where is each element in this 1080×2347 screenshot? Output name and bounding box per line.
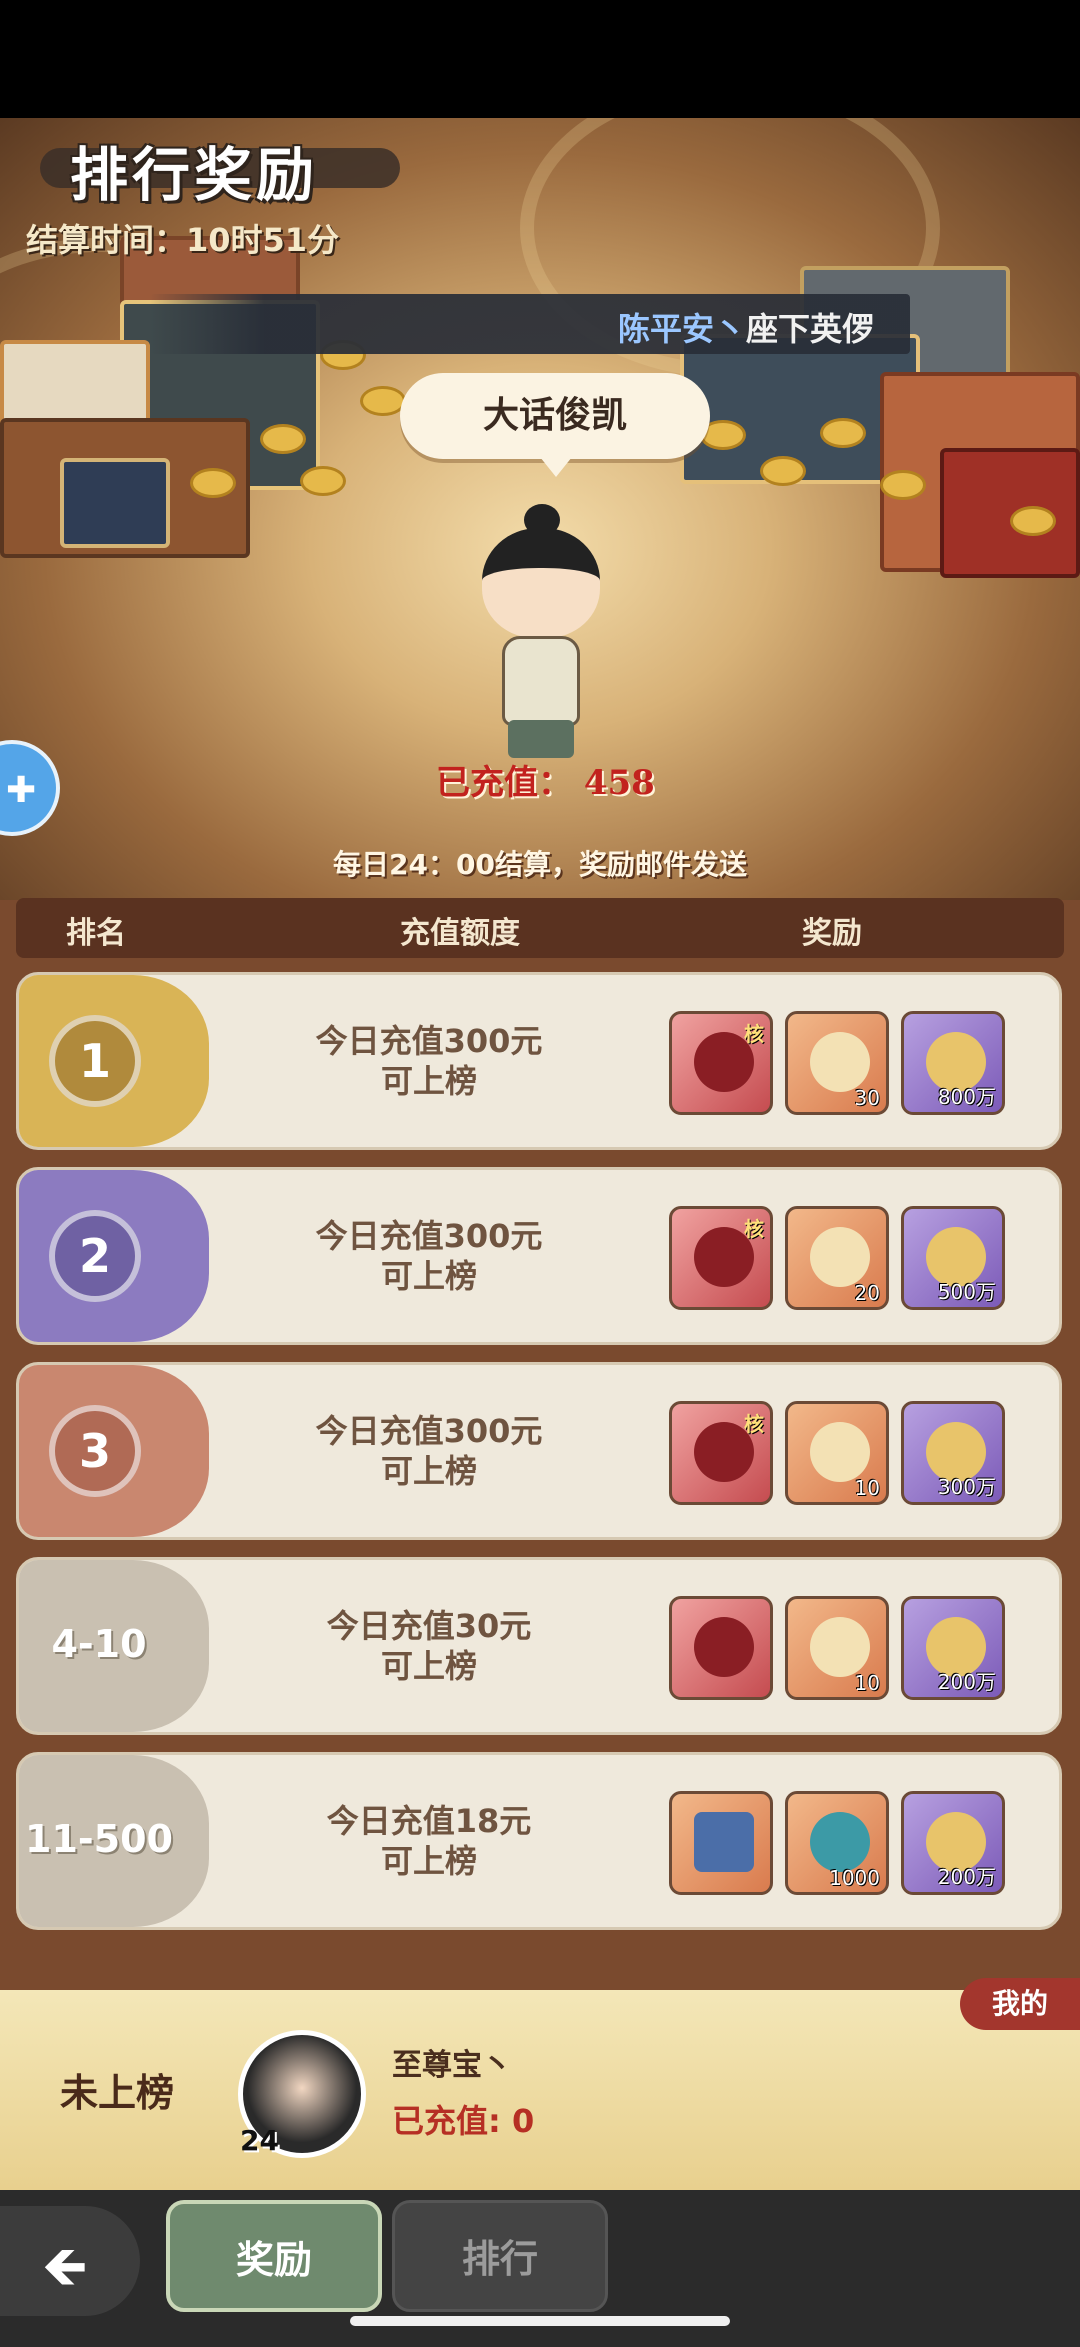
rank-medal-2: 2 bbox=[49, 1210, 141, 1302]
table-header: 排名 充值额度 奖励 bbox=[16, 898, 1064, 958]
coin-decor bbox=[760, 456, 806, 486]
my-name: 至尊宝丶 bbox=[392, 2048, 512, 2083]
home-indicator[interactable] bbox=[350, 2316, 730, 2326]
arrow-left-icon: 🡸 bbox=[42, 2234, 88, 2299]
reward-item-coins[interactable]: 500万 bbox=[901, 1206, 1005, 1310]
top-player-recharged: 已充值： 458 bbox=[436, 763, 655, 803]
reward-item-coins[interactable]: 800万 bbox=[901, 1011, 1005, 1115]
header-reward: 奖励 bbox=[802, 916, 862, 951]
coin-decor bbox=[300, 466, 346, 496]
rank-row-1: 1 今日充值300元 可上榜 核 30 800万 bbox=[16, 972, 1062, 1150]
rank-row-4-10: 4-10 今日充值30元 可上榜 10 200万 bbox=[16, 1557, 1062, 1735]
coin-decor bbox=[260, 424, 306, 454]
reward-item-coins[interactable]: 200万 bbox=[901, 1791, 1005, 1895]
rank-condition: 今日充值30元 可上榜 bbox=[326, 1607, 532, 1685]
rank-medal-3: 3 bbox=[49, 1405, 141, 1497]
header-rank: 排名 bbox=[66, 916, 126, 951]
reward-item-token[interactable]: 30 bbox=[785, 1011, 889, 1115]
my-level: 24 bbox=[240, 2124, 279, 2157]
coin-decor bbox=[820, 418, 866, 448]
rank-condition: 今日充值300元 可上榜 bbox=[315, 1022, 543, 1100]
rank-medal-1: 1 bbox=[49, 1015, 141, 1107]
gamepad-icon: ✚ bbox=[6, 770, 37, 811]
gift-box bbox=[60, 458, 170, 548]
rank-row-2: 2 今日充值300元 可上榜 核 20 500万 bbox=[16, 1167, 1062, 1345]
marquee-text: 陈平安丶座下英㑩 bbox=[618, 310, 875, 348]
coin-decor bbox=[880, 470, 926, 500]
my-rank-status: 未上榜 bbox=[60, 2070, 175, 2115]
coin-decor bbox=[190, 468, 236, 498]
settle-time: 结算时间：10时51分 bbox=[26, 221, 340, 259]
gift-box bbox=[940, 448, 1080, 578]
reward-item-card-pack[interactable]: 核 bbox=[669, 1206, 773, 1310]
reward-item-card-pack[interactable]: 核 bbox=[669, 1011, 773, 1115]
rank-condition: 今日充值18元 可上榜 bbox=[326, 1802, 532, 1880]
reward-item-chest[interactable] bbox=[669, 1791, 773, 1895]
settle-hint: 每日24：00结算，奖励邮件发送 bbox=[333, 848, 747, 881]
reward-item-coins[interactable]: 300万 bbox=[901, 1401, 1005, 1505]
my-badge: 我的 bbox=[960, 1978, 1080, 2030]
top-player-avatar[interactable] bbox=[458, 498, 628, 758]
reward-item-token[interactable]: 10 bbox=[785, 1596, 889, 1700]
my-recharged: 已充值: 0 bbox=[392, 2102, 535, 2140]
page-title: 排行奖励 bbox=[70, 141, 319, 209]
rank-row-3: 3 今日充值300元 可上榜 核 10 300万 bbox=[16, 1362, 1062, 1540]
reward-item-token[interactable]: 10 bbox=[785, 1401, 889, 1505]
rank-condition: 今日充值300元 可上榜 bbox=[315, 1412, 543, 1490]
top-player-name: 大话俊凯 bbox=[400, 373, 710, 477]
rank-range: 11-500 bbox=[25, 1817, 173, 1861]
reward-item-spirit[interactable]: 1000 bbox=[785, 1791, 889, 1895]
reward-item-token[interactable]: 20 bbox=[785, 1206, 889, 1310]
rank-condition: 今日充值300元 可上榜 bbox=[315, 1217, 543, 1295]
status-bar-area bbox=[0, 0, 1080, 118]
coin-decor bbox=[1010, 506, 1056, 536]
back-button[interactable]: 🡸 bbox=[0, 2206, 140, 2316]
header-amount: 充值额度 bbox=[400, 916, 520, 951]
rank-range: 4-10 bbox=[51, 1622, 147, 1666]
reward-item-card-pack[interactable] bbox=[669, 1596, 773, 1700]
announcement-marquee: 陈平安丶座下英㑩 bbox=[150, 294, 910, 354]
reward-item-card-pack[interactable]: 核 bbox=[669, 1401, 773, 1505]
rank-row-11-500: 11-500 今日充值18元 可上榜 1000 200万 bbox=[16, 1752, 1062, 1930]
coin-decor bbox=[360, 386, 406, 416]
tab-rank[interactable]: 排行 bbox=[392, 2200, 608, 2312]
reward-item-coins[interactable]: 200万 bbox=[901, 1596, 1005, 1700]
tab-reward[interactable]: 奖励 bbox=[166, 2200, 382, 2312]
